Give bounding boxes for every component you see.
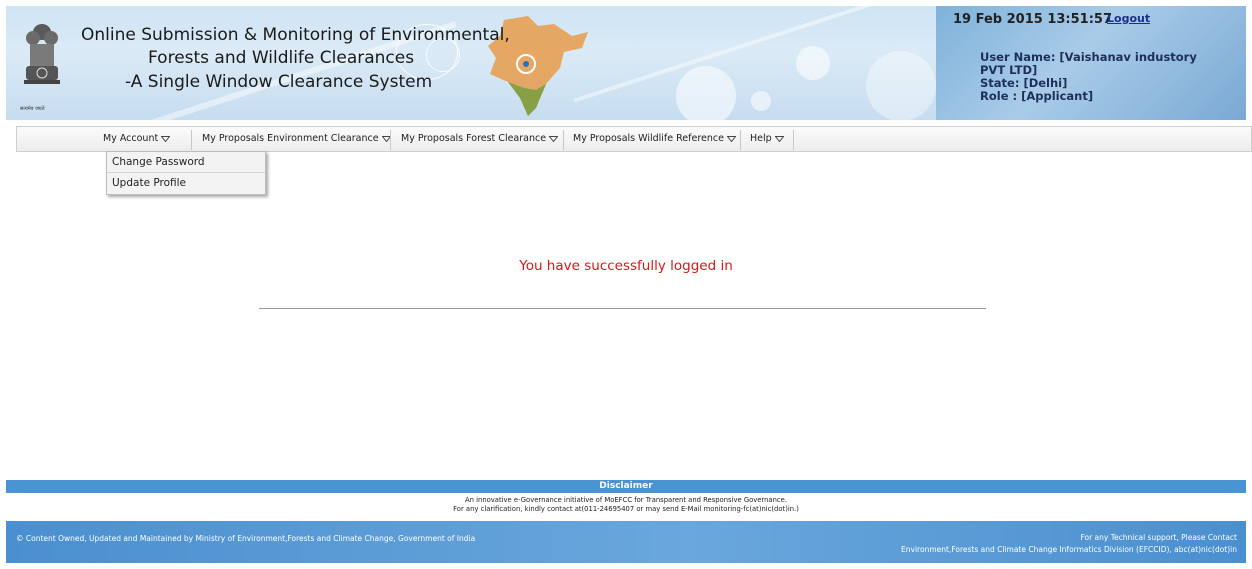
- site-title-line-3: -A Single Window Clearance System: [125, 72, 433, 92]
- page-footer: © Content Owned, Updated and Maintained …: [6, 521, 1246, 563]
- menu-my-account-label: My Account: [103, 133, 159, 144]
- chevron-down-icon: [161, 135, 171, 142]
- disclaimer-line-2: For any clarification, kindly contact at…: [453, 505, 799, 513]
- decorative-bubble: [796, 46, 830, 80]
- menu-separator: [740, 130, 741, 150]
- decorative-streak: [573, 6, 899, 103]
- content-divider: [259, 308, 986, 309]
- chevron-down-icon: [774, 135, 784, 142]
- menu-proposals-wildlife-label: My Proposals Wildlife Reference: [573, 133, 724, 144]
- menu-proposals-environment-label: My Proposals Environment Clearance: [202, 133, 379, 144]
- site-title-line-2: Forests and Wildlife Clearances: [148, 48, 415, 68]
- emblem-motto: सत्यमेव जयते: [20, 106, 45, 112]
- menu-separator: [793, 130, 794, 150]
- chevron-down-icon: [726, 135, 736, 142]
- user-name-line-2: PVT LTD]: [980, 63, 1038, 77]
- login-success-message: You have successfully logged in: [519, 258, 733, 274]
- disclaimer-heading: Disclaimer: [6, 480, 1246, 493]
- chevron-down-icon: [549, 135, 559, 142]
- menu-help-label: Help: [750, 133, 772, 144]
- dropdown-change-password[interactable]: Change Password: [107, 152, 265, 173]
- menu-my-account[interactable]: My Account: [103, 127, 171, 151]
- footer-copyright: © Content Owned, Updated and Maintained …: [16, 534, 476, 543]
- user-name-line-1: User Name: [Vaishanav industory: [980, 50, 1197, 64]
- menu-separator: [191, 130, 192, 150]
- menu-proposals-forest-label: My Proposals Forest Clearance: [401, 133, 547, 144]
- menu-proposals-forest[interactable]: My Proposals Forest Clearance: [401, 127, 559, 151]
- menu-proposals-wildlife[interactable]: My Proposals Wildlife Reference: [573, 127, 736, 151]
- current-datetime: 19 Feb 2015 13:51:57: [953, 12, 1112, 27]
- footer-support-line-1: For any Technical support, Please Contac…: [1080, 533, 1237, 542]
- my-account-dropdown: Change Password Update Profile: [106, 151, 266, 195]
- disclaimer-line-1: An innovative e-Governance initiative of…: [465, 496, 787, 504]
- menu-help[interactable]: Help: [750, 127, 784, 151]
- header-banner: सत्यमेव जयते Online Submission & Monitor…: [6, 6, 1246, 120]
- user-state: State: [Delhi]: [980, 76, 1068, 90]
- user-role: Role : [Applicant]: [980, 89, 1094, 103]
- footer-support-line-2: Environment,Forests and Climate Change I…: [901, 545, 1237, 554]
- decorative-bubble: [676, 66, 736, 120]
- national-emblem-icon: [24, 24, 60, 84]
- decorative-bubble: [751, 91, 771, 111]
- logout-link[interactable]: Logout: [1107, 12, 1150, 25]
- menu-separator: [390, 130, 391, 150]
- site-title-line-1: Online Submission & Monitoring of Enviro…: [81, 25, 510, 45]
- main-menu-bar: My Account My Proposals Environment Clea…: [16, 126, 1252, 152]
- menu-proposals-environment[interactable]: My Proposals Environment Clearance: [202, 127, 391, 151]
- decorative-bubble: [866, 51, 936, 120]
- dropdown-update-profile[interactable]: Update Profile: [107, 173, 265, 194]
- menu-separator: [563, 130, 564, 150]
